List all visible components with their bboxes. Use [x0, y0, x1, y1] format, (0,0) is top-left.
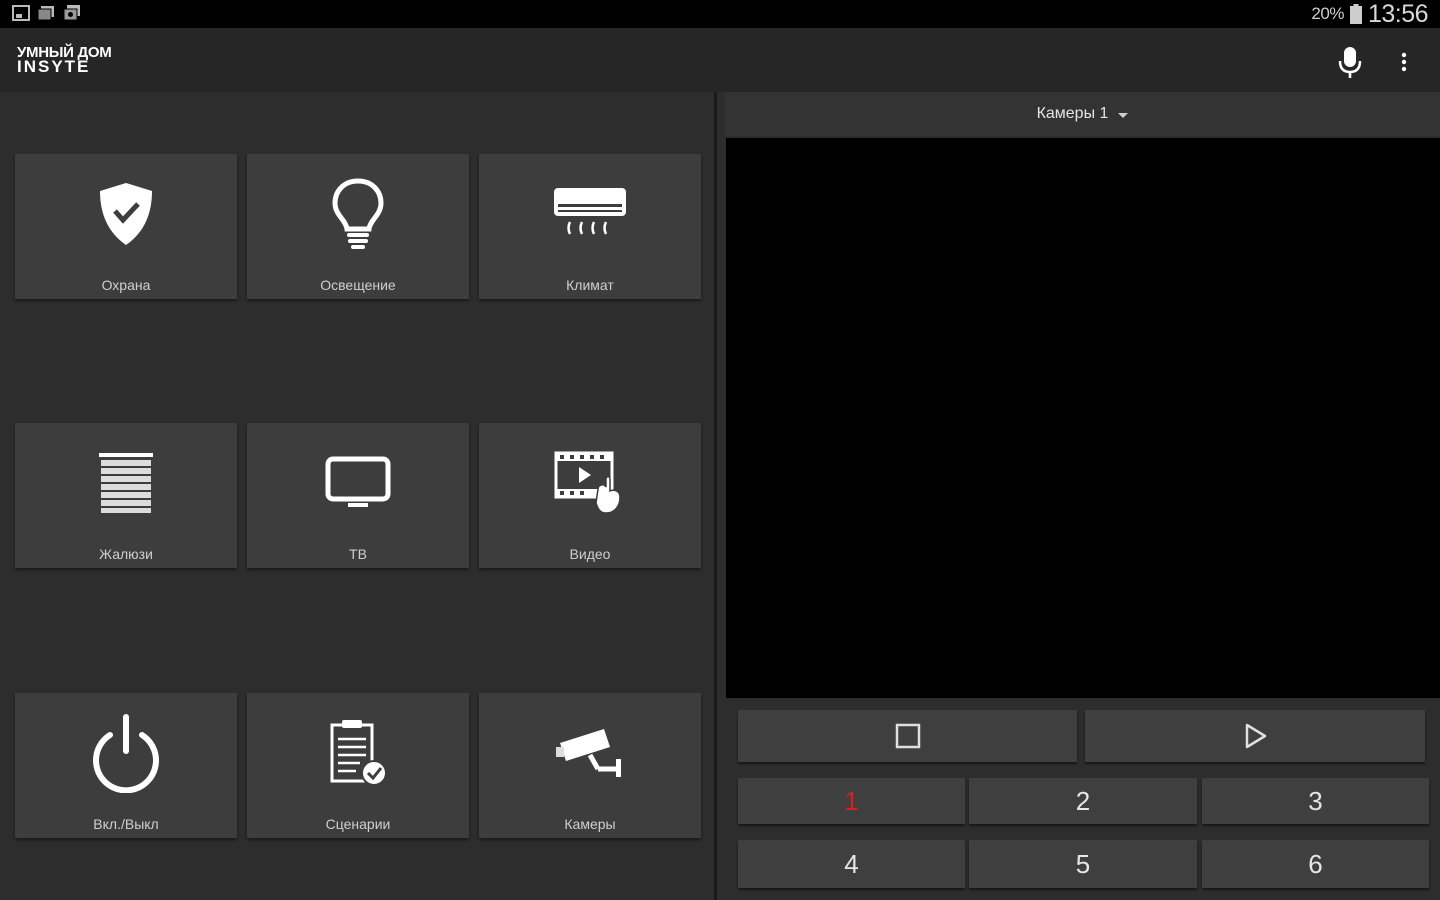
tile-label: ТВ: [349, 546, 367, 562]
tile-label: Сценарии: [325, 816, 391, 832]
tile-cameras[interactable]: Камеры: [479, 693, 701, 838]
power-icon: [93, 714, 159, 793]
battery-icon: [1349, 4, 1362, 24]
gallery-icon: [12, 5, 30, 21]
channel-button-6[interactable]: 6: [1202, 840, 1429, 888]
lightbulb-icon: [332, 178, 384, 249]
camera-panel: Камеры 1 1 2 3 4 5 6: [717, 92, 1440, 900]
play-button[interactable]: [1085, 710, 1425, 762]
channel-label: 5: [1075, 848, 1091, 879]
channel-label: 6: [1308, 848, 1323, 879]
microphone-icon[interactable]: [1336, 46, 1364, 80]
tile-security[interactable]: Охрана: [15, 154, 237, 299]
channel-button-5[interactable]: 5: [969, 840, 1197, 888]
channel-label: 4: [844, 848, 859, 879]
battery-percent: 20%: [1311, 4, 1344, 23]
tile-video[interactable]: Видео: [479, 423, 701, 568]
tile-label: Камеры: [564, 816, 616, 832]
tile-tv[interactable]: ТВ: [247, 423, 469, 568]
tile-label: Жалюзи: [99, 546, 153, 562]
camera-header: Камеры 1: [725, 92, 1440, 136]
logo-line2: INSYTE: [17, 57, 91, 76]
channel-button-3[interactable]: 3: [1202, 778, 1429, 824]
play-icon: [1245, 723, 1267, 749]
scenarios-icon: [330, 720, 387, 786]
clock: 13:56: [1367, 0, 1429, 28]
tile-blinds[interactable]: Жалюзи: [15, 423, 237, 568]
tile-label: Освещение: [320, 277, 396, 293]
shield-icon: [100, 183, 152, 245]
camera-selector[interactable]: Камеры 1: [725, 92, 1440, 136]
tile-label: Климат: [566, 277, 614, 293]
tile-label: Видео: [569, 546, 611, 562]
overflow-menu-icon[interactable]: [1392, 50, 1416, 74]
security-camera-icon: [556, 729, 621, 777]
tile-scenarios[interactable]: Сценарии: [247, 693, 469, 838]
stop-button[interactable]: [738, 710, 1077, 762]
tile-label: Вкл./Выкл: [93, 816, 159, 832]
app-logo: УМНЫЙ ДОМ INSYTE: [17, 45, 137, 77]
stop-icon: [895, 723, 920, 749]
channel-button-4[interactable]: 4: [738, 840, 965, 888]
camera-icon: [63, 5, 80, 21]
camera-selector-label: Камеры 1: [1036, 105, 1109, 122]
app-bar: УМНЫЙ ДОМ INSYTE: [0, 28, 1440, 92]
tv-icon: [325, 456, 391, 507]
tile-label: Охрана: [101, 277, 151, 293]
channel-button-1[interactable]: 1: [738, 778, 965, 824]
status-bar: 20% 13:56: [0, 0, 1440, 28]
channel-label: 3: [1308, 785, 1323, 816]
tile-lighting[interactable]: Освещение: [247, 154, 469, 299]
channel-label: 2: [1075, 785, 1091, 816]
device-grid: Охрана Освещение Климат Жалюзи ТВ Видео …: [0, 92, 716, 900]
video-view: [726, 138, 1440, 698]
tile-climate[interactable]: Климат: [479, 154, 701, 299]
air-conditioner-icon: [554, 188, 626, 235]
channel-button-2[interactable]: 2: [969, 778, 1197, 824]
channel-label: 1: [844, 785, 859, 816]
screenshot-icon: [37, 6, 54, 21]
blinds-icon: [99, 453, 153, 513]
tile-power[interactable]: Вкл./Выкл: [15, 693, 237, 838]
chevron-down-icon: [1118, 112, 1129, 118]
video-icon: [554, 451, 621, 514]
